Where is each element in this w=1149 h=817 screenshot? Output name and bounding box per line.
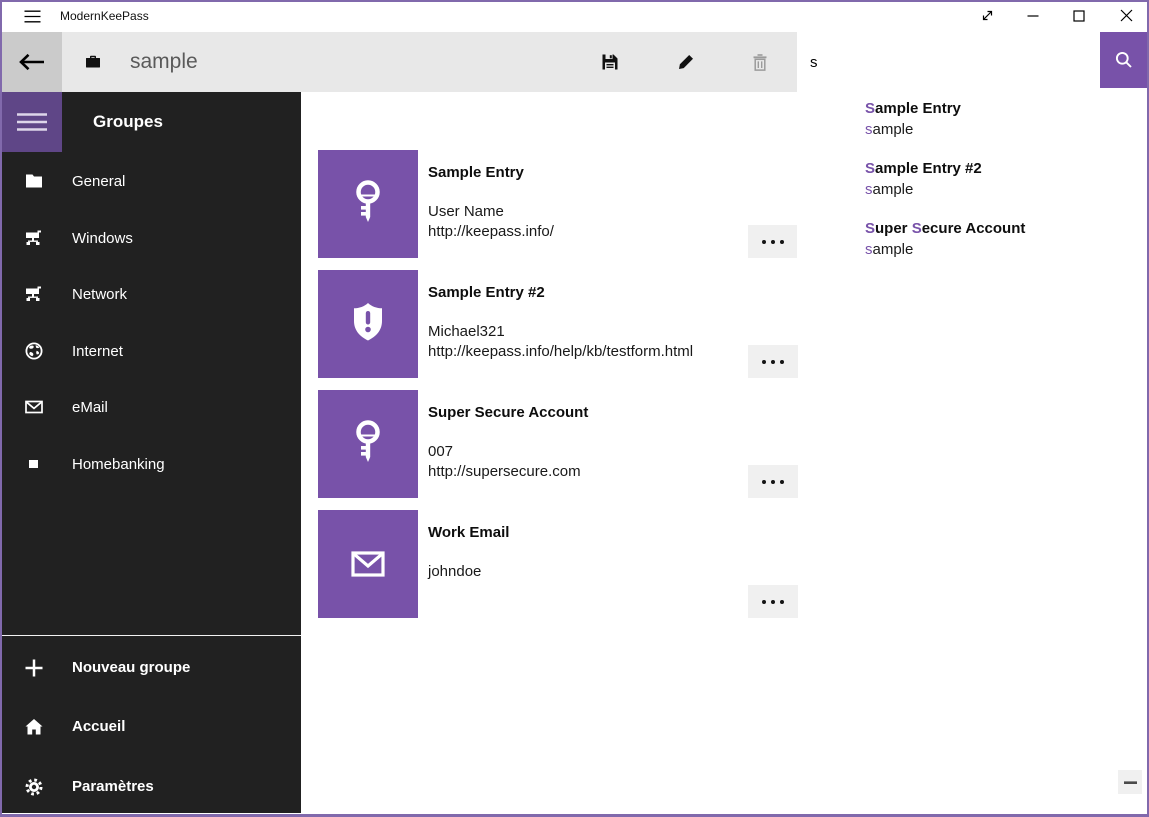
title-bar: ModernKeePass	[0, 0, 1149, 32]
sidebar-item-label: Paramètres	[72, 778, 154, 795]
zoom-out-button[interactable]	[1118, 770, 1142, 794]
sidebar-item-label: Nouveau groupe	[72, 659, 190, 676]
search-suggestions-dropdown: Sample Entry sample Sample Entry #2 samp…	[797, 92, 1147, 274]
entry-username: Michael321	[428, 322, 505, 342]
suggestion-title: Super Secure Account	[865, 219, 1147, 239]
sidebar-item-homebanking[interactable]: Homebanking	[2, 436, 301, 492]
database-title: sample	[130, 32, 198, 92]
plus-icon	[23, 657, 45, 679]
diagonal-resize-icon	[980, 8, 995, 23]
back-button[interactable]	[2, 32, 62, 92]
sidebar-item-windows[interactable]: Windows	[2, 210, 301, 266]
entry-username: User Name	[428, 202, 504, 222]
entry-title: Sample Entry #2	[428, 283, 545, 303]
trash-icon	[751, 53, 769, 72]
entry-row[interactable]: Sample Entry #2 Michael321 http://keepas…	[301, 270, 801, 378]
more-button[interactable]	[748, 585, 798, 618]
app-title: ModernKeePass	[60, 0, 149, 32]
search-suggestion[interactable]: Sample Entry sample	[797, 92, 1147, 152]
suggestion-subtitle: sample	[865, 239, 1147, 260]
sidebar-item-label: Network	[72, 286, 127, 303]
maximize-icon	[1073, 10, 1085, 22]
search-input[interactable]	[810, 32, 1090, 92]
envelope-icon	[318, 510, 418, 618]
folder-icon	[23, 170, 45, 192]
sidebar-item-network[interactable]: Network	[2, 266, 301, 322]
pencil-icon	[677, 53, 695, 71]
fullscreen-button[interactable]	[964, 0, 1010, 31]
sidebar-item-internet[interactable]: Internet	[2, 323, 301, 379]
more-button[interactable]	[748, 465, 798, 498]
globe-icon	[23, 340, 45, 362]
entry-url: http://supersecure.com	[428, 462, 581, 482]
more-button[interactable]	[748, 225, 798, 258]
sidebar-item-label: Homebanking	[72, 456, 165, 473]
sidebar-item-label: eMail	[72, 399, 108, 416]
key-icon	[318, 390, 418, 498]
hamburger-icon	[17, 112, 47, 132]
hamburger-icon	[24, 10, 41, 23]
save-icon	[601, 53, 619, 71]
minimize-button[interactable]	[1010, 0, 1056, 31]
search-suggestion[interactable]: Super Secure Account sample	[797, 212, 1147, 272]
minus-icon	[1124, 781, 1137, 784]
envelope-icon	[23, 396, 45, 418]
suggestion-title: Sample Entry #2	[865, 159, 1147, 179]
sidebar-item-email[interactable]: eMail	[2, 379, 301, 435]
network-computer-icon	[23, 283, 45, 305]
close-button[interactable]	[1103, 0, 1149, 31]
key-icon	[318, 150, 418, 258]
suggestion-subtitle: sample	[865, 179, 1147, 200]
delete-button[interactable]	[735, 32, 785, 92]
network-computer-icon	[23, 227, 45, 249]
search-button[interactable]	[1100, 32, 1147, 88]
modernkeepass-window: ModernKeePass	[0, 0, 1149, 817]
search-icon	[1114, 50, 1134, 70]
sidebar-divider	[2, 635, 301, 636]
shield-alert-icon	[318, 270, 418, 378]
entry-username: johndoe	[428, 562, 481, 582]
entry-title: Work Email	[428, 523, 509, 543]
sidebar-item-label: Accueil	[72, 718, 125, 735]
sidebar: Groupes General Windows	[2, 92, 301, 813]
more-button[interactable]	[748, 345, 798, 378]
entry-username: 007	[428, 442, 453, 462]
entry-row[interactable]: Sample Entry User Name http://keepass.in…	[301, 150, 801, 258]
sidebar-item-settings[interactable]: Paramètres	[2, 757, 301, 816]
sidebar-item-new-group[interactable]: Nouveau groupe	[2, 638, 301, 697]
sidebar-item-general[interactable]: General	[2, 153, 301, 209]
search-box	[797, 32, 1147, 92]
maximize-button[interactable]	[1056, 0, 1102, 31]
entry-row[interactable]: Work Email johndoe	[301, 510, 801, 618]
sidebar-item-home[interactable]: Accueil	[2, 697, 301, 756]
sidebar-item-label: General	[72, 173, 125, 190]
square-icon	[23, 453, 45, 475]
database-briefcase-icon	[85, 32, 101, 92]
home-icon	[23, 716, 45, 738]
close-icon	[1120, 9, 1133, 22]
gear-icon	[23, 776, 45, 798]
sidebar-header: Groupes	[93, 111, 163, 133]
entry-title: Sample Entry	[428, 163, 524, 183]
entry-title: Super Secure Account	[428, 403, 588, 423]
search-suggestion[interactable]: Sample Entry #2 sample	[797, 152, 1147, 212]
entry-url: http://keepass.info/help/kb/testform.htm…	[428, 342, 693, 362]
suggestion-subtitle: sample	[865, 119, 1147, 140]
edit-button[interactable]	[661, 32, 711, 92]
back-arrow-icon	[18, 53, 46, 71]
save-button[interactable]	[585, 32, 635, 92]
entry-url: http://keepass.info/	[428, 222, 554, 242]
sidebar-item-label: Internet	[72, 343, 123, 360]
sidebar-item-label: Windows	[72, 230, 133, 247]
suggestion-title: Sample Entry	[865, 99, 1147, 119]
sidebar-hamburger-button[interactable]	[2, 92, 62, 152]
entry-row[interactable]: Super Secure Account 007 http://supersec…	[301, 390, 801, 498]
minimize-icon	[1027, 10, 1039, 22]
titlebar-menu-button[interactable]	[14, 0, 50, 32]
